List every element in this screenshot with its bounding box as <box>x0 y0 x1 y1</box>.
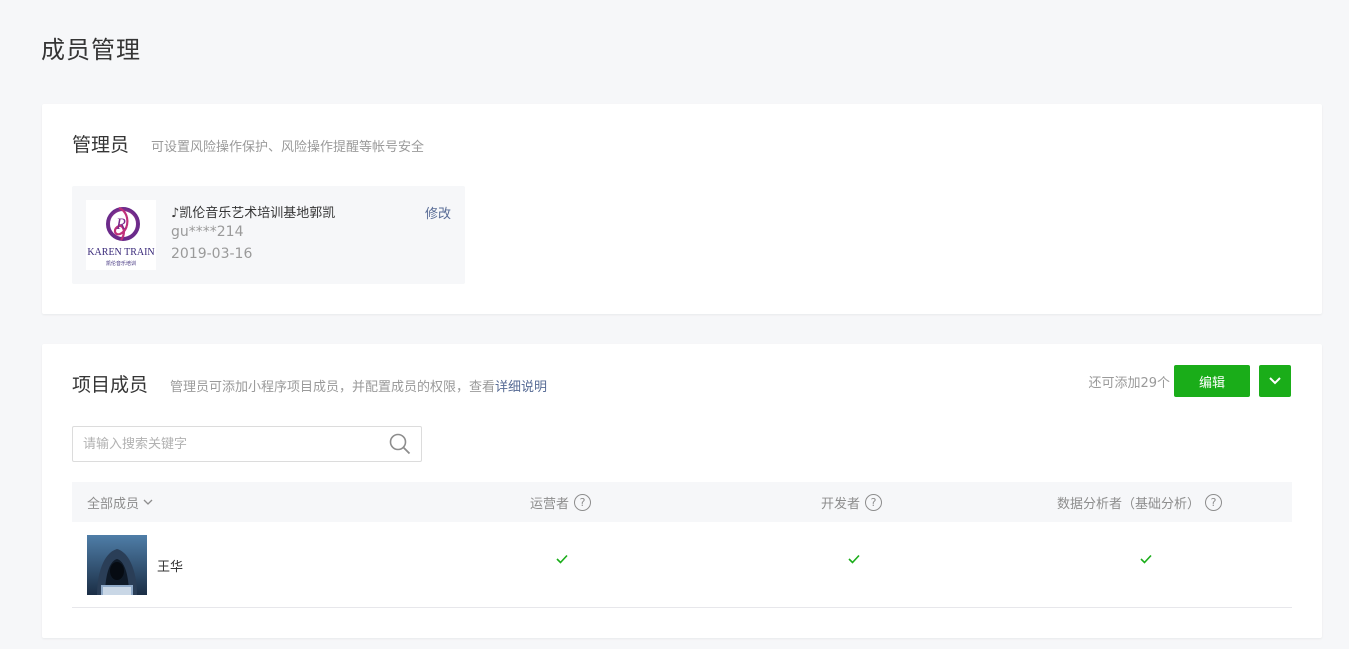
column-operator: 运营者 ? <box>530 482 592 522</box>
more-options-button[interactable] <box>1259 365 1291 397</box>
column-analyst: 数据分析者（基础分析） ? <box>1057 482 1223 522</box>
chevron-down-icon <box>143 499 153 505</box>
admin-header: 管理员 可设置风险操作保护、风险操作提醒等帐号安全 <box>72 130 424 157</box>
admin-edit-link[interactable]: 修改 <box>425 203 451 222</box>
column-analyst-label: 数据分析者（基础分析） <box>1057 496 1201 512</box>
column-operator-label: 运营者 <box>530 496 570 512</box>
members-header: 项目成员 管理员可添加小程序项目成员，并配置成员的权限，查看详细说明 <box>72 370 547 397</box>
remaining-count: 还可添加29个 <box>1088 376 1170 391</box>
table-row: 王华 <box>72 522 1292 608</box>
admin-date: 2019-03-16 <box>171 246 253 262</box>
help-icon[interactable]: ? <box>574 493 592 511</box>
admin-account-id: gu****214 <box>171 224 244 240</box>
members-desc-text: 管理员可添加小程序项目成员，并配置成员的权限，查看 <box>170 380 496 395</box>
check-icon <box>556 554 568 564</box>
chevron-down-icon <box>1269 377 1281 385</box>
admin-info-box: R KAREN TRAIN 凯伦音乐培训 ♪凯伦音乐艺术培训基地郭凯 gu***… <box>72 186 465 284</box>
admin-name: ♪凯伦音乐艺术培训基地郭凯 <box>171 206 336 221</box>
edit-button[interactable]: 编辑 <box>1174 365 1250 397</box>
search-input[interactable] <box>83 427 383 461</box>
members-table-header: 全部成员 运营者 ? 开发者 ? 数据分析者（基础分析） ? <box>72 482 1292 522</box>
page-title: 成员管理 <box>41 36 141 64</box>
details-link[interactable]: 详细说明 <box>495 380 547 395</box>
search-icon[interactable] <box>389 433 411 455</box>
svg-text:R: R <box>115 216 126 233</box>
logo-text: KAREN TRAIN <box>87 247 154 258</box>
logo-subtext: 凯伦音乐培训 <box>106 260 136 267</box>
column-all-members: 全部成员 <box>87 496 140 512</box>
member-name: 王华 <box>157 560 184 575</box>
admin-card: 管理员 可设置风险操作保护、风险操作提醒等帐号安全 R KAREN TRAIN … <box>42 104 1322 314</box>
column-developer: 开发者 ? <box>821 482 883 522</box>
filter-all-members[interactable]: 全部成员 <box>87 482 153 522</box>
avatar <box>87 535 147 595</box>
members-card: 项目成员 管理员可添加小程序项目成员，并配置成员的权限，查看详细说明 还可添加2… <box>42 344 1322 638</box>
column-developer-label: 开发者 <box>821 496 861 512</box>
admin-avatar: R KAREN TRAIN 凯伦音乐培训 <box>86 200 156 270</box>
help-icon[interactable]: ? <box>1205 493 1223 511</box>
members-section-desc: 管理员可添加小程序项目成员，并配置成员的权限，查看详细说明 <box>170 376 547 395</box>
search-box <box>72 426 422 462</box>
help-icon[interactable]: ? <box>865 493 883 511</box>
members-section-title: 项目成员 <box>72 374 149 396</box>
check-icon <box>1140 554 1152 564</box>
admin-section-desc: 可设置风险操作保护、风险操作提醒等帐号安全 <box>151 140 425 155</box>
admin-section-title: 管理员 <box>72 134 130 156</box>
check-icon <box>848 554 860 564</box>
